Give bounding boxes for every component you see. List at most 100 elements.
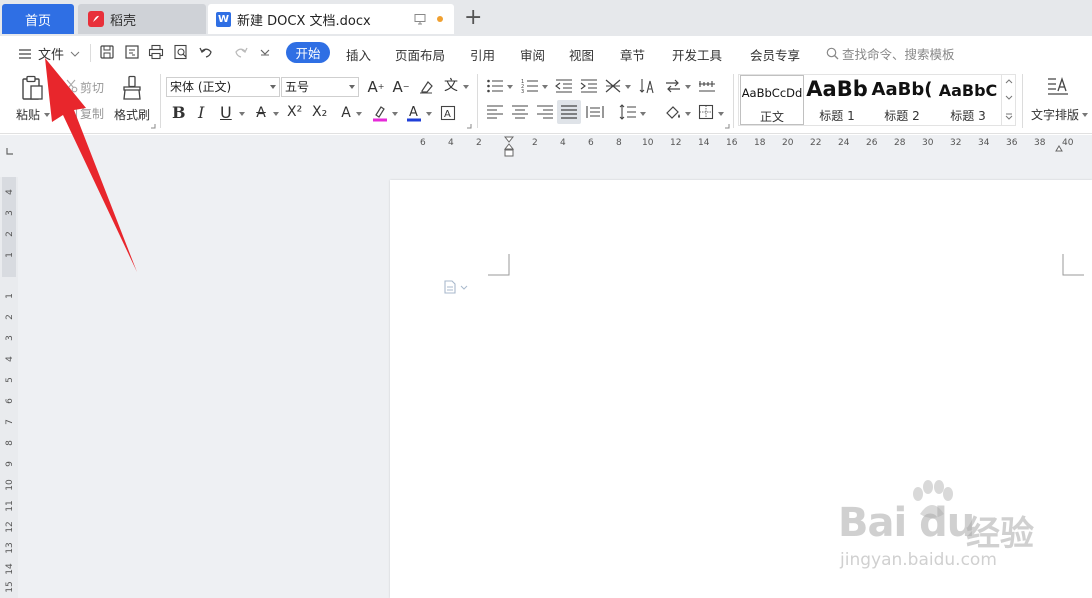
text-effect-icon[interactable]: A [337,104,355,122]
show-marks-icon[interactable] [698,78,716,94]
cut-icon[interactable] [64,79,78,93]
chevron-up-icon[interactable] [1005,79,1013,84]
tab-page-layout[interactable]: 页面布局 [395,45,445,64]
tab-start[interactable]: 开始 [286,42,330,63]
customize-toolbar-icon[interactable] [260,49,270,57]
clear-format-icon[interactable] [418,79,434,95]
tab-member[interactable]: 会员专享 [750,45,800,64]
file-menu-button[interactable]: 文件 [18,44,80,63]
paste-button[interactable]: 粘贴 [16,106,40,123]
font-color-icon[interactable]: A [406,104,422,122]
clipboard-launcher-icon[interactable] [150,123,156,129]
numbering-dropdown-icon[interactable] [542,85,548,89]
bullet-dropdown-icon[interactable] [507,85,513,89]
align-right-icon[interactable] [536,104,554,120]
daoke-logo-icon [88,11,104,27]
chinese-layout-dropdown-icon[interactable] [625,85,631,89]
format-painter-button[interactable]: 格式刷 [114,106,150,123]
shading-dropdown-icon[interactable] [685,112,691,116]
sort-icon[interactable] [639,77,657,95]
phonetic-dropdown-icon[interactable] [463,85,469,89]
chinese-layout-icon[interactable] [604,77,622,95]
superscript-button[interactable]: X² [287,104,302,120]
bold-button[interactable]: B [172,103,186,122]
font-launcher-icon[interactable] [466,123,472,129]
border-icon[interactable] [698,104,714,120]
format-painter-icon[interactable] [120,75,144,101]
horizontal-ruler[interactable]: 6 4 2 2 4 6 8 10 12 14 16 18 20 22 24 26… [390,135,1092,157]
text-direction-icon[interactable] [664,78,682,94]
line-spacing-icon[interactable] [619,103,637,121]
font-name-select[interactable]: 宋体 (正文) [166,77,280,97]
style-normal[interactable]: AaBbCcDd 正文 [740,75,804,125]
tab-document[interactable]: W 新建 DOCX 文档.docx [208,4,454,34]
copy-icon[interactable] [64,105,78,119]
styles-more-icon[interactable] [1005,113,1013,120]
copy-button[interactable]: 复制 [80,105,104,122]
tab-stop-selector-icon[interactable] [6,147,14,155]
text-layout-button[interactable]: 文字排版 [1031,106,1079,123]
bullet-list-icon[interactable] [486,78,504,94]
unsaved-dot-icon [437,16,443,22]
tab-insert[interactable]: 插入 [346,45,371,64]
underline-button[interactable]: U [220,103,232,122]
print-icon[interactable] [148,44,164,60]
tab-home[interactable]: 首页 [2,4,74,34]
distributed-align-icon[interactable] [586,104,604,120]
right-indent-marker-icon[interactable] [1055,138,1063,152]
tab-developer[interactable]: 开发工具 [672,45,722,64]
border-dropdown-icon[interactable] [718,112,724,116]
phonetic-guide-icon[interactable]: 文 [442,77,460,95]
character-border-icon[interactable]: A [440,105,456,121]
tab-daoke[interactable]: 稻壳 [78,4,206,34]
style-heading-3[interactable]: AaBbC 标题 3 [936,75,1000,125]
paragraph-launcher-icon[interactable] [724,123,730,129]
line-spacing-dropdown-icon[interactable] [640,112,646,116]
chevron-down-icon[interactable] [1005,95,1013,100]
paste-icon[interactable] [20,75,44,101]
strikethrough-dropdown-icon[interactable] [273,112,279,116]
print-preview-icon[interactable] [173,44,189,60]
decrease-indent-icon[interactable] [555,78,573,94]
indent-marker-icon[interactable] [504,136,514,158]
increase-indent-icon[interactable] [580,78,598,94]
tab-view[interactable]: 视图 [569,45,594,64]
style-heading-2[interactable]: AaBb( 标题 2 [870,75,934,125]
text-effect-dropdown-icon[interactable] [356,112,362,116]
italic-button[interactable]: I [198,103,204,122]
vertical-ruler[interactable]: 4 3 2 1 1 2 3 4 5 6 7 8 9 10 11 12 13 14… [0,177,18,598]
highlight-icon[interactable] [372,104,388,122]
export-pdf-icon[interactable] [124,44,140,60]
grow-font-icon[interactable]: A + [367,78,385,96]
font-color-dropdown-icon[interactable] [426,112,432,116]
text-layout-dropdown-icon[interactable] [1082,113,1088,117]
redo-icon[interactable] [233,44,249,60]
command-search[interactable]: 查找命令、搜索模板 [826,44,955,63]
shading-icon[interactable] [664,103,682,121]
tab-chapter[interactable]: 章节 [620,45,645,64]
text-direction-dropdown-icon[interactable] [685,85,691,89]
styles-scroll[interactable] [1001,75,1015,125]
subscript-button[interactable]: X₂ [312,104,327,120]
font-size-select[interactable]: 五号 [281,77,359,97]
highlight-dropdown-icon[interactable] [392,112,398,116]
style-heading-1[interactable]: AaBb 标题 1 [806,75,868,125]
divider [733,74,734,128]
save-icon[interactable] [99,44,115,60]
text-layout-icon[interactable] [1046,76,1070,100]
underline-dropdown-icon[interactable] [239,112,245,116]
undo-icon[interactable] [198,44,214,60]
align-center-icon[interactable] [511,104,529,120]
new-tab-plus-icon[interactable]: + [464,6,482,30]
justify-icon[interactable] [560,104,578,120]
strikethrough-icon[interactable]: A [252,104,270,122]
tab-review[interactable]: 审阅 [520,45,545,64]
shrink-font-icon[interactable]: A − [392,78,410,96]
numbered-list-icon[interactable]: 123 [521,78,539,94]
monitor-icon[interactable] [414,13,426,29]
paragraph-handle-icon[interactable] [443,279,469,295]
cut-button[interactable]: 剪切 [80,79,104,96]
tab-references[interactable]: 引用 [470,45,495,64]
paste-dropdown-icon[interactable] [44,113,50,117]
align-left-icon[interactable] [486,104,504,120]
